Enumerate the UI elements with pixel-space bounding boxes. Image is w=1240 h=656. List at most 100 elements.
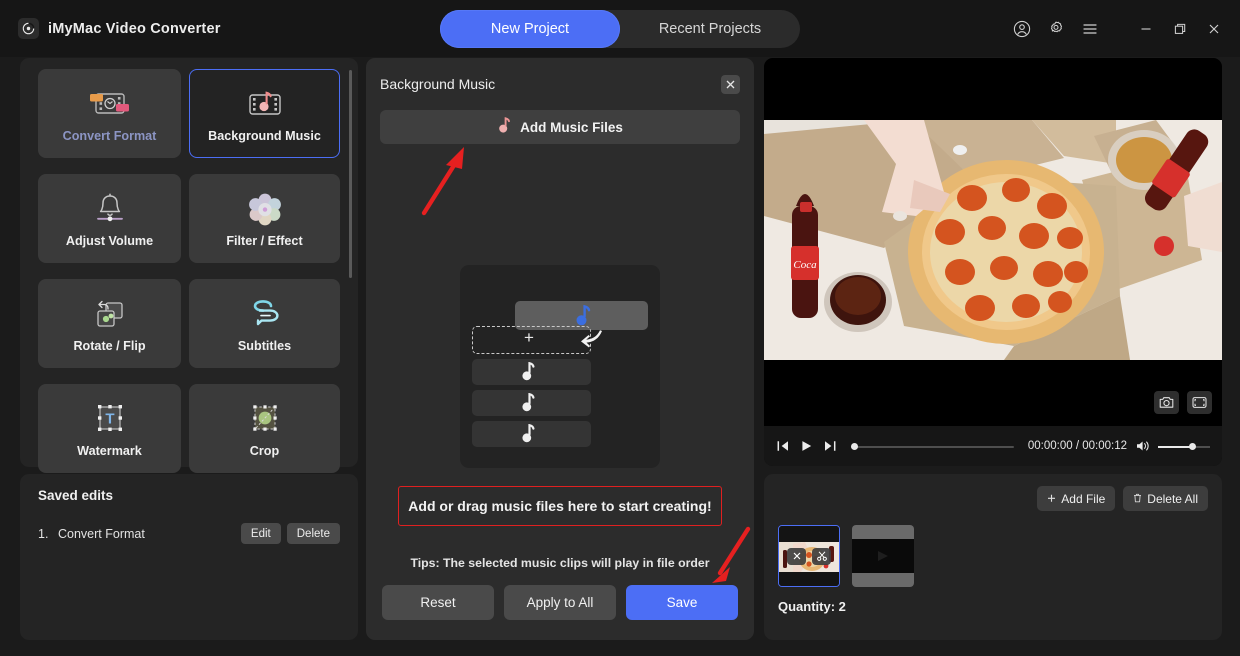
seek-bar[interactable]: [851, 439, 1014, 453]
add-music-files-button[interactable]: Add Music Files: [380, 110, 740, 144]
close-icon[interactable]: [1204, 19, 1224, 39]
adjust-volume-icon: [88, 189, 132, 229]
tool-label: Convert Format: [62, 129, 157, 143]
volume-handle[interactable]: [1189, 443, 1196, 450]
drag-drop-hint-box: Add or drag music files here to start cr…: [398, 486, 722, 526]
svg-text:T: T: [105, 411, 114, 428]
tool-label: Subtitles: [237, 339, 292, 353]
watermark-icon: T: [90, 399, 130, 439]
tool-label: Watermark: [77, 444, 142, 458]
volume-fill: [1158, 445, 1192, 448]
illustration-bar: [472, 359, 591, 385]
thumbnail-list: [778, 525, 1208, 587]
thumbnail-overlay: [779, 526, 839, 586]
add-music-files-label: Add Music Files: [520, 119, 623, 135]
saved-edits-title: Saved edits: [38, 488, 114, 503]
tips-label: Tips: The selected music clips will play…: [410, 556, 710, 570]
preview-overlay-buttons: [1154, 391, 1212, 414]
expand-icon[interactable]: [1187, 391, 1212, 414]
apply-to-all-button[interactable]: Apply to All: [504, 585, 616, 620]
tool-background-music[interactable]: Background Music: [189, 69, 340, 158]
annotation-arrow-down: [706, 525, 756, 592]
delete-button[interactable]: Delete: [286, 523, 340, 544]
delete-all-button[interactable]: Delete All: [1123, 486, 1208, 511]
illustration-bar: [472, 421, 591, 447]
music-note-icon: [521, 361, 535, 386]
timecode-label: 00:00:00 / 00:00:12: [1027, 440, 1127, 452]
video-stage[interactable]: Coca: [764, 58, 1222, 426]
scissors-icon[interactable]: [812, 547, 831, 565]
camera-icon[interactable]: [1154, 391, 1179, 414]
music-note-icon: [497, 116, 512, 138]
skip-back-icon[interactable]: [776, 439, 791, 454]
tab-new-project[interactable]: New Project: [440, 10, 620, 48]
gear-icon[interactable]: [1046, 19, 1066, 39]
seek-track: [851, 445, 1014, 448]
tab-recent-projects[interactable]: Recent Projects: [620, 10, 800, 48]
panel-action-buttons: Reset Apply to All Save: [382, 585, 738, 620]
tool-crop[interactable]: Crop: [189, 384, 340, 473]
project-tabs: New Project Recent Projects: [440, 10, 800, 48]
tool-subtitles[interactable]: Subtitles: [189, 279, 340, 368]
player-controls: 00:00:00 / 00:00:12: [764, 426, 1222, 466]
app-title: iMyMac Video Converter: [48, 20, 221, 37]
drag-drop-hint-label: Add or drag music files here to start cr…: [408, 498, 712, 514]
app-brand: iMyMac Video Converter: [18, 18, 221, 39]
music-drop-illustration: +: [460, 265, 660, 468]
seek-handle[interactable]: [851, 443, 858, 450]
rotate-flip-icon: [89, 294, 131, 334]
tool-rotate-flip[interactable]: Rotate / Flip: [38, 279, 181, 368]
speaker-icon[interactable]: [1135, 439, 1150, 454]
tool-adjust-volume[interactable]: Adjust Volume: [38, 174, 181, 263]
quantity-label: Quantity: 2: [778, 599, 846, 614]
music-note-icon: [521, 392, 535, 417]
panel-header: Background Music: [380, 72, 740, 96]
saved-edit-name: Convert Format: [58, 526, 145, 541]
thumbnail-item[interactable]: [778, 525, 840, 587]
minimize-icon[interactable]: [1136, 19, 1156, 39]
disc-icon: [18, 18, 39, 39]
add-file-button[interactable]: Add File: [1037, 486, 1116, 511]
tool-label: Adjust Volume: [65, 234, 154, 248]
saved-edits-panel: Saved edits 1. Convert Format Edit Delet…: [20, 474, 358, 640]
illustration-bar: [472, 390, 591, 416]
subtitles-icon: [244, 294, 286, 334]
sidebar-scrollbar[interactable]: [349, 70, 352, 278]
crop-icon: [245, 399, 285, 439]
play-icon[interactable]: [799, 439, 814, 454]
close-icon[interactable]: [787, 547, 806, 565]
saved-edit-row: 1. Convert Format Edit Delete: [38, 523, 340, 544]
reset-button[interactable]: Reset: [382, 585, 494, 620]
convert-format-icon: [86, 84, 134, 124]
music-note-icon: [521, 423, 535, 448]
tool-filter-effect[interactable]: Filter / Effect: [189, 174, 340, 263]
cursor-arrow-icon: [578, 329, 604, 356]
tool-watermark[interactable]: T Watermark: [38, 384, 181, 473]
menu-icon[interactable]: [1080, 19, 1100, 39]
tool-grid: Convert Format Background Music Adjust V…: [38, 69, 349, 473]
plus-icon: [1047, 492, 1056, 506]
close-icon[interactable]: [721, 74, 740, 94]
tool-label: Filter / Effect: [226, 234, 303, 248]
video-preview: Coca 00:00:00 / 00:00:12: [764, 58, 1222, 466]
tool-convert-format[interactable]: Convert Format: [38, 69, 181, 158]
file-list-panel: Add File Delete All Quantity: 2: [764, 474, 1222, 640]
edit-button[interactable]: Edit: [240, 523, 281, 544]
svg-text:Coca: Coca: [793, 259, 817, 271]
panel-title: Background Music: [380, 76, 496, 92]
delete-all-label: Delete All: [1147, 491, 1198, 506]
restore-icon[interactable]: [1170, 19, 1190, 39]
annotation-arrow-up: [418, 143, 478, 223]
title-bar: iMyMac Video Converter New Project Recen…: [0, 0, 1240, 57]
titlebar-icon-group: [1012, 0, 1224, 57]
add-file-label: Add File: [1061, 491, 1106, 506]
filter-effect-icon: [245, 189, 285, 229]
saved-edit-index: 1.: [38, 526, 49, 541]
thumbnail-item[interactable]: [852, 525, 914, 587]
skip-forward-icon[interactable]: [822, 439, 837, 454]
tool-label: Crop: [249, 444, 280, 458]
video-frame: Coca: [764, 120, 1222, 360]
volume-slider[interactable]: [1158, 439, 1210, 453]
account-icon[interactable]: [1012, 19, 1032, 39]
tools-sidebar: Convert Format Background Music Adjust V…: [20, 58, 358, 473]
